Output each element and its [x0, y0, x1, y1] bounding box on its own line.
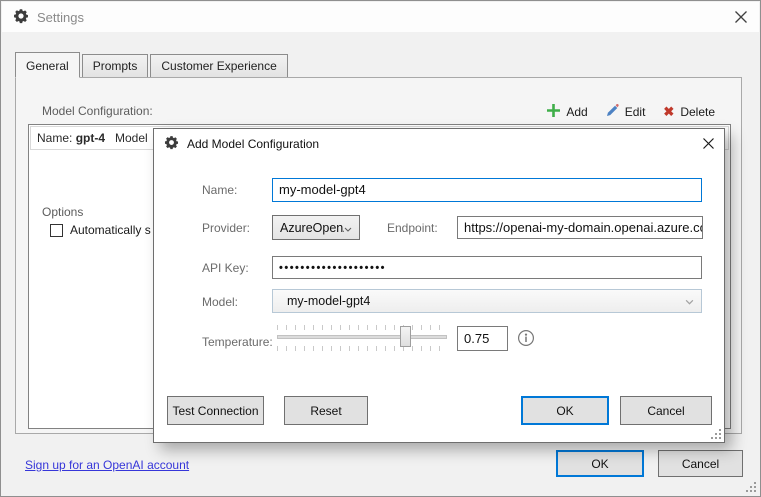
edit-button[interactable]: Edit [606, 104, 646, 120]
gear-icon [13, 8, 29, 27]
model-label: Model: [202, 295, 238, 309]
provider-value: AzureOpenAI [280, 221, 344, 235]
test-connection-button[interactable]: Test Connection [167, 396, 264, 425]
add-model-configuration-dialog: Add Model Configuration Name: my-model-g… [153, 128, 725, 443]
plus-icon [547, 104, 560, 120]
options-group-label: Options [42, 205, 83, 219]
pencil-icon [606, 104, 619, 120]
item-name-value: gpt-4 [76, 131, 105, 145]
settings-window: Settings General Prompts Customer Experi… [0, 0, 761, 497]
window-resize-grip[interactable] [747, 483, 756, 492]
add-label: Add [566, 105, 587, 119]
settings-titlebar: Settings [2, 2, 759, 32]
dialog-ok-button[interactable]: OK [521, 396, 609, 425]
auto-checkbox-label: Automatically s [70, 223, 151, 237]
add-button[interactable]: Add [547, 104, 587, 120]
model-configuration-label: Model Configuration: [42, 104, 153, 118]
chevron-down-icon [344, 221, 352, 235]
model-config-toolbar: Add Edit ✖ Delete [547, 104, 715, 120]
delete-label: Delete [680, 105, 715, 119]
dialog-resize-grip[interactable] [712, 430, 721, 439]
settings-cancel-button[interactable]: Cancel [658, 450, 743, 477]
temperature-value-input[interactable]: 0.75 [457, 326, 508, 351]
model-select[interactable]: my-model-gpt4 [272, 289, 702, 313]
auto-option-row: Automatically s [50, 223, 156, 237]
slider-track[interactable] [277, 335, 447, 339]
item-name-label: Name: [37, 131, 72, 145]
close-icon[interactable] [702, 137, 715, 150]
model-value: my-model-gpt4 [287, 294, 685, 308]
auto-checkbox[interactable] [50, 224, 63, 237]
tab-strip: General Prompts Customer Experience [15, 51, 290, 77]
dialog-title: Add Model Configuration [187, 137, 319, 151]
provider-label: Provider: [202, 221, 250, 235]
chevron-down-icon [685, 294, 694, 308]
gear-icon [164, 135, 179, 153]
close-icon[interactable] [734, 10, 748, 24]
slider-ticks-bottom [277, 346, 447, 351]
dialog-titlebar: Add Model Configuration [154, 129, 724, 159]
reset-button[interactable]: Reset [284, 396, 368, 425]
api-key-input[interactable]: •••••••••••••••••••• [272, 256, 702, 279]
endpoint-label: Endpoint: [387, 221, 438, 235]
delete-x-icon: ✖ [663, 104, 674, 120]
dialog-cancel-button[interactable]: Cancel [620, 396, 712, 425]
settings-ok-button[interactable]: OK [556, 450, 644, 477]
info-icon[interactable] [517, 329, 535, 350]
edit-label: Edit [625, 105, 646, 119]
temperature-slider-thumb[interactable] [400, 326, 411, 347]
delete-button[interactable]: ✖ Delete [663, 104, 715, 120]
api-key-label: API Key: [202, 261, 249, 275]
tab-general[interactable]: General [15, 52, 80, 78]
provider-select[interactable]: AzureOpenAI [272, 215, 360, 240]
openai-signup-link[interactable]: Sign up for an OpenAI account [25, 458, 189, 472]
name-input[interactable]: my-model-gpt4 [272, 178, 702, 202]
tab-customer-experience[interactable]: Customer Experience [150, 54, 287, 77]
slider-ticks-top [277, 325, 447, 330]
item-trailing-text: Model [115, 131, 148, 145]
name-label: Name: [202, 183, 237, 197]
window-title: Settings [37, 10, 84, 25]
endpoint-input[interactable]: https://openai-my-domain.openai.azure.co… [457, 216, 703, 239]
temperature-slider[interactable] [277, 325, 447, 351]
temperature-label: Temperature: [202, 335, 273, 349]
tab-prompts[interactable]: Prompts [82, 54, 149, 77]
